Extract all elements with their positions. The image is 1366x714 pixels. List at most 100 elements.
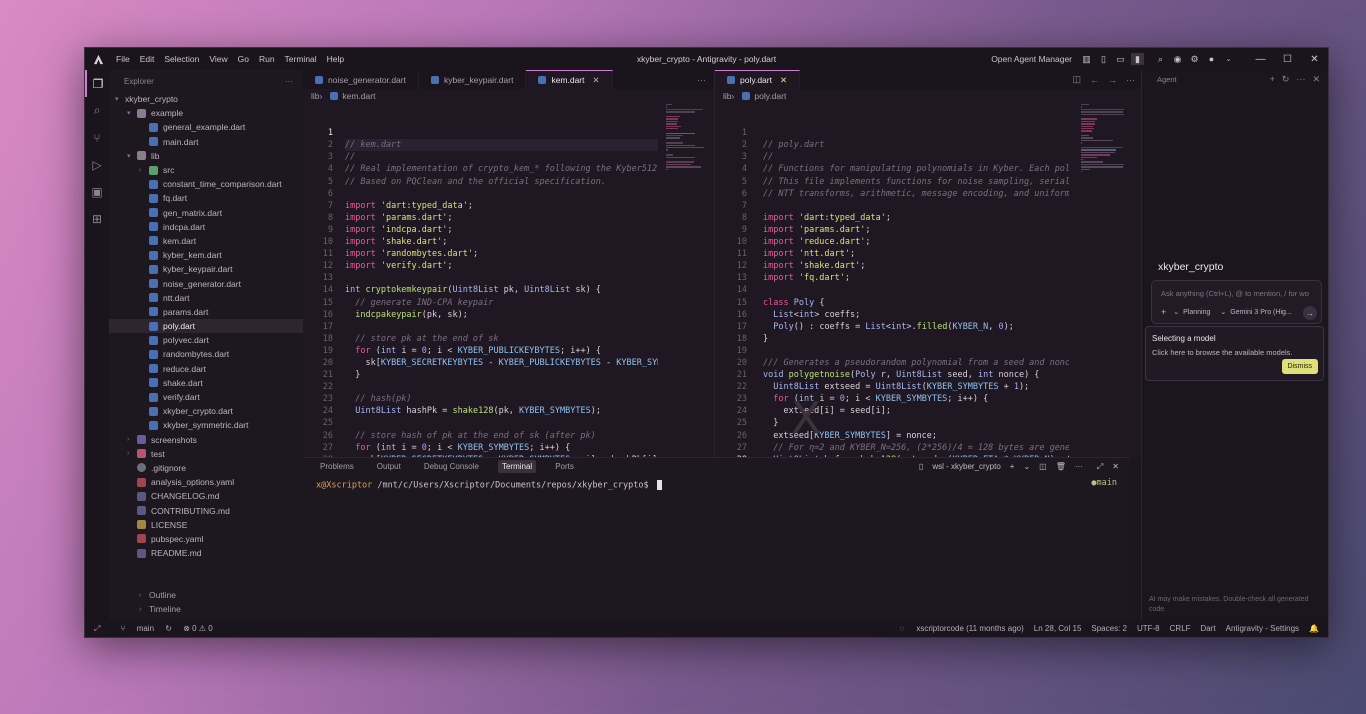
explorer-icon[interactable]: ❐ (85, 70, 109, 97)
tree-item[interactable]: constant_time_comparison.dart (109, 177, 303, 191)
terminal-name[interactable]: wsl - xkyber_crypto (932, 462, 1000, 471)
chevron-down-icon[interactable]: ⌄ (1023, 462, 1030, 471)
tree-item[interactable]: poly.dart (109, 319, 303, 334)
tree-item[interactable]: kyber_kem.dart (109, 248, 303, 262)
tree-item[interactable]: xkyber_crypto.dart (109, 404, 303, 418)
menu-item-run[interactable]: Run (259, 54, 275, 64)
tree-item[interactable]: fq.dart (109, 191, 303, 205)
tree-item[interactable]: CONTRIBUTING.md (109, 503, 303, 517)
extensions-view-icon[interactable]: ⊞ (85, 205, 109, 232)
timeline-section[interactable]: › Timeline (109, 602, 303, 616)
new-terminal-icon[interactable]: + (1010, 462, 1015, 471)
tree-item[interactable]: general_example.dart (109, 120, 303, 134)
tree-item[interactable]: params.dart (109, 305, 303, 319)
tree-item[interactable]: gen_matrix.dart (109, 206, 303, 220)
panel-tab-output[interactable]: Output (373, 460, 405, 473)
close-panel-icon[interactable]: ✕ (1112, 462, 1119, 471)
close-icon[interactable]: ✕ (1301, 54, 1328, 65)
problems-status[interactable]: ⊗ 0 ⚠ 0 (183, 624, 212, 633)
tree-item[interactable]: polyvec.dart (109, 333, 303, 347)
panel-tab-ports[interactable]: Ports (551, 460, 578, 473)
editor-tab[interactable]: poly.dart ✕ (715, 70, 801, 89)
toggle-panel-icon[interactable]: ▭ (1114, 53, 1127, 65)
breadcrumb-item[interactable]: lib (723, 91, 732, 101)
breadcrumb-item[interactable]: poly.dart (754, 91, 786, 101)
extensions-icon[interactable]: ◉ (1171, 53, 1184, 65)
more-actions-icon[interactable]: ··· (1296, 74, 1305, 84)
tree-item[interactable]: indcpa.dart (109, 220, 303, 234)
tree-item[interactable]: CHANGELOG.md (109, 489, 303, 503)
notifications-bell-icon[interactable]: 🔔 (1309, 624, 1319, 633)
tree-item[interactable]: .gitignore (109, 461, 303, 475)
menu-item-edit[interactable]: Edit (140, 54, 155, 64)
editor-tab[interactable]: kem.dart ✕ (526, 70, 613, 89)
tree-item[interactable]: noise_generator.dart (109, 276, 303, 290)
language-mode[interactable]: Dart (1201, 624, 1216, 633)
indentation[interactable]: Spaces: 2 (1091, 624, 1127, 633)
history-icon[interactable]: ↻ (1282, 74, 1290, 84)
maximize-icon[interactable]: ☐ (1274, 54, 1301, 65)
agent-chat-input[interactable]: Ask anything (Ctrl+L), @ to mention, / f… (1151, 280, 1322, 324)
add-context-icon[interactable]: + (1161, 307, 1166, 317)
settings-gear-icon[interactable]: ⚙ (1188, 53, 1201, 65)
tree-item[interactable]: kem.dart (109, 234, 303, 248)
menu-item-file[interactable]: File (116, 54, 130, 64)
trash-icon[interactable]: 🗑 (1056, 462, 1066, 471)
split-editor-icon[interactable]: ◫ (1072, 74, 1081, 85)
menu-item-terminal[interactable]: Terminal (285, 54, 317, 64)
new-chat-icon[interactable]: + (1270, 74, 1275, 84)
menu-item-view[interactable]: View (209, 54, 227, 64)
search-icon[interactable]: ⌕ (1154, 53, 1167, 65)
tree-item[interactable]: › src (109, 163, 303, 177)
account-avatar-icon[interactable]: ● (1205, 53, 1218, 65)
more-actions-icon[interactable]: ··· (285, 77, 293, 86)
tree-item[interactable]: reduce.dart (109, 362, 303, 376)
more-actions-icon[interactable]: ··· (1126, 75, 1135, 85)
split-terminal-icon[interactable]: ◫ (1039, 462, 1047, 471)
panel-tab-terminal[interactable]: Terminal (497, 460, 537, 473)
tree-item[interactable]: › test (109, 447, 303, 461)
run-debug-icon[interactable]: ▷ (85, 151, 109, 178)
code-editor-poly[interactable]: 1 2 3 4 5 6 7 8 9 10 11 12 13 14 15 16 17 18 19 20 21 22 23 24 2… (715, 103, 1143, 489)
line-ending[interactable]: CRLF (1170, 624, 1191, 633)
tree-item[interactable]: ▾ lib (109, 149, 303, 163)
encoding[interactable]: UTF-8 (1137, 624, 1160, 633)
mode-selector[interactable]: Planning (1183, 309, 1210, 316)
panel-tab-problems[interactable]: Problems (316, 460, 358, 473)
source-control-icon[interactable]: ⑂ (85, 124, 109, 151)
tree-item[interactable]: analysis_options.yaml (109, 475, 303, 489)
more-actions-icon[interactable]: ··· (1075, 462, 1083, 471)
minimize-icon[interactable]: — (1247, 54, 1274, 65)
tree-item[interactable]: verify.dart (109, 390, 303, 404)
tree-item[interactable]: › screenshots (109, 433, 303, 447)
editor-tab[interactable]: noise_generator.dart (303, 70, 419, 89)
code-editor-kem[interactable]: 1 2 3 4 5 6 7 8 9 10 11 12 13 14 15 16 17 18 19 20 21 22 23 24 2… (303, 103, 714, 477)
layout-icon[interactable]: ▥ (1080, 53, 1093, 65)
tree-item[interactable]: ntt.dart (109, 291, 303, 305)
tree-item[interactable]: kyber_keypair.dart (109, 262, 303, 276)
tree-item[interactable]: ▾ example (109, 106, 303, 120)
go-forward-icon[interactable]: → (1108, 75, 1117, 85)
remote-icon[interactable]: ⤢ (94, 624, 100, 633)
tree-item[interactable]: main.dart (109, 135, 303, 149)
dismiss-button[interactable]: Dismiss (1281, 359, 1318, 374)
panel-tab-debug-console[interactable]: Debug Console (420, 460, 483, 473)
menu-item-selection[interactable]: Selection (164, 54, 199, 64)
terminal-output[interactable]: x@Xscriptor /mnt/c/Users/Xscriptor/Docum… (303, 475, 1129, 496)
close-tab-icon[interactable]: ✕ (780, 75, 787, 86)
cursor-position[interactable]: Ln 28, Col 15 (1034, 624, 1082, 633)
more-actions-icon[interactable]: ··· (697, 75, 706, 85)
toggle-secondary-sidebar-icon[interactable]: ▮ (1131, 53, 1144, 65)
breadcrumb-item[interactable]: kem.dart (342, 91, 375, 101)
remote-explorer-icon[interactable]: ▣ (85, 178, 109, 205)
chevron-down-icon[interactable]: ⌄ (1222, 53, 1235, 65)
search-view-icon[interactable]: ⌕ (85, 97, 109, 124)
tree-item[interactable]: shake.dart (109, 376, 303, 390)
menu-item-help[interactable]: Help (327, 54, 344, 64)
model-selector[interactable]: Gemini 3 Pro (Hig... (1230, 309, 1291, 316)
breadcrumb-item[interactable]: lib (311, 91, 320, 101)
tree-item[interactable]: LICENSE (109, 518, 303, 532)
send-icon[interactable]: → (1303, 306, 1317, 320)
editor-tab[interactable]: kyber_keypair.dart (419, 70, 527, 89)
branch-status[interactable]: ⑂ main ↻ (112, 624, 172, 633)
